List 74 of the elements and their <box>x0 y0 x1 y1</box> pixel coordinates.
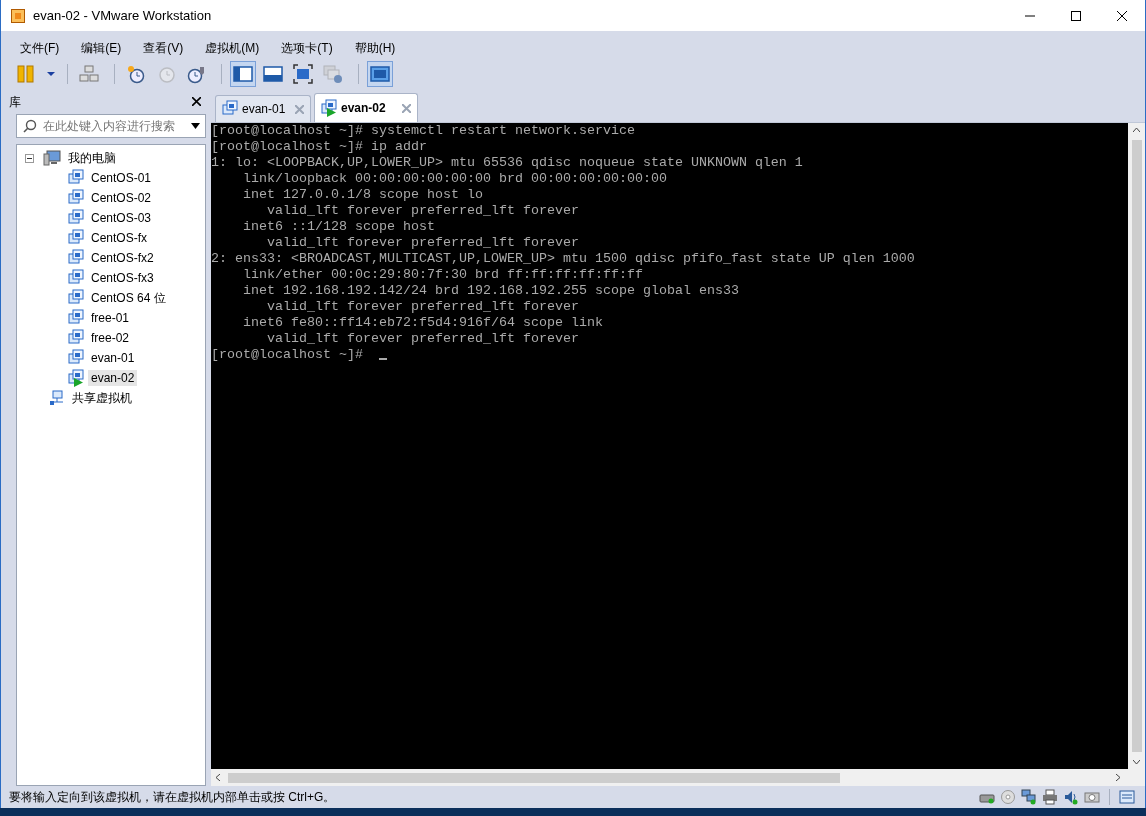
tree-item[interactable]: free-01 <box>88 310 133 326</box>
terminal-line: 1: lo: <LOOPBACK,UP,LOWER_UP> mtu 65536 qdisc noqueue state UNKNOWN qlen 1 <box>211 155 804 171</box>
scroll-down-icon[interactable] <box>1133 760 1140 764</box>
tree-item[interactable]: CentOS-fx3 <box>88 270 157 286</box>
clock-icon <box>186 64 206 84</box>
menu-item[interactable]: 编辑(E) <box>74 37 129 59</box>
close-icon <box>1117 10 1127 21</box>
terminal-line: inet 192.168.192.142/24 brd 192.168.192.255 scope global ens33 <box>242 283 740 299</box>
app-icon <box>11 8 25 23</box>
terminal-line: link/loopback 00:00:00:00:00:00 brd 00:00:00:00:00:00 <box>242 171 668 187</box>
tree-item[interactable]: CentOS-01 <box>88 170 155 186</box>
search-icon <box>23 119 37 133</box>
speaker-icon[interactable] <box>1063 789 1079 805</box>
terminal-line: valid_lft forever preferred_lft forever <box>266 203 580 219</box>
network-icon <box>79 64 99 84</box>
tree-item[interactable]: CentOS-fx2 <box>88 250 157 266</box>
computer-icon <box>43 150 61 166</box>
terminal-screen[interactable] <box>211 123 1128 769</box>
terminal-line: valid_lft forever preferred_lft forever <box>266 299 580 315</box>
console-view-icon <box>370 64 390 84</box>
terminal-line: valid_lft forever preferred_lft forever <box>266 331 580 347</box>
fullscreen-icon <box>293 64 313 84</box>
library-title: 库 <box>9 93 21 111</box>
tree-item[interactable]: evan-01 <box>88 350 138 366</box>
menu-item[interactable]: 帮助(H) <box>347 37 403 59</box>
terminal-line: inet6 fe80::ff14:eb72:f5d4:916f/64 scope link <box>242 315 604 331</box>
menu-item[interactable]: 选项卡(T) <box>274 37 340 59</box>
pause-icon <box>16 64 36 84</box>
fullscreen-button[interactable] <box>290 61 316 87</box>
search-field[interactable]: 在此处键入内容进行搜索 <box>16 114 206 138</box>
terminal-line: [root@localhost ~]# <box>211 347 1128 363</box>
dropdown-icon[interactable] <box>191 123 200 129</box>
scroll-up-icon[interactable] <box>1133 128 1140 132</box>
close-icon[interactable] <box>192 97 202 107</box>
printer-icon[interactable] <box>1042 789 1058 805</box>
status-text: 要将输入定向到该虚拟机，请在虚拟机内部单击或按 Ctrl+G。 <box>9 788 337 806</box>
tab[interactable]: evan-02 <box>314 93 418 122</box>
tab[interactable]: evan-01 <box>215 95 311 122</box>
tree-item[interactable]: free-02 <box>88 330 133 346</box>
clock-icon <box>126 64 146 84</box>
terminal-line: inet 127.0.0.1/8 scope host lo <box>242 187 484 203</box>
terminal-line: link/ether 00:0c:29:80:7f:30 brd ff:ff:ff:ff:ff:ff <box>242 267 644 283</box>
terminal-line: [root@localhost ~]# ip addr <box>211 139 428 155</box>
maximize-icon <box>1071 10 1081 21</box>
window-title: evan-02 - VMware Workstation <box>33 8 213 23</box>
tree-item[interactable]: CentOS-02 <box>88 190 155 206</box>
shared-vms-icon <box>49 390 65 406</box>
camera-icon[interactable] <box>1084 789 1100 805</box>
tree-item[interactable]: CentOS-fx <box>88 230 150 246</box>
clock-icon <box>156 64 176 84</box>
menu-item[interactable]: 文件(F) <box>13 37 67 59</box>
collapse-toggle[interactable] <box>25 153 34 163</box>
thumbnail-bar-icon <box>263 64 283 84</box>
caret-icon <box>47 72 55 76</box>
terminal-line: [root@localhost ~]# systemctl restart network.service <box>211 123 636 139</box>
windows-icon <box>323 64 343 84</box>
terminal-line: 2: ens33: <BROADCAST,MULTICAST,UP,LOWER_UP> mtu 1500 qdisc pfifo_fast state UP qlen 1000 <box>211 251 916 267</box>
network-adapter-icon[interactable] <box>1021 789 1037 805</box>
terminal-line: inet6 ::1/128 scope host <box>242 219 436 235</box>
scroll-right-icon[interactable] <box>1116 774 1120 781</box>
vertical-scrollbar[interactable] <box>1128 123 1145 769</box>
sidebar-icon <box>233 64 253 84</box>
horizontal-scrollbar[interactable] <box>211 769 1145 786</box>
tree-item[interactable]: 共享虚拟机 <box>69 388 135 408</box>
terminal-line: valid_lft forever preferred_lft forever <box>266 235 580 251</box>
menu-item[interactable]: 虚拟机(M) <box>198 37 267 59</box>
sidebar-button[interactable] <box>230 61 256 87</box>
tree-item[interactable]: evan-02 <box>88 370 138 386</box>
menu-item[interactable]: 查看(V) <box>136 37 191 59</box>
scroll-left-icon[interactable] <box>216 774 220 781</box>
console-view-button[interactable] <box>367 61 393 87</box>
tree-item[interactable]: CentOS 64 位 <box>88 288 169 308</box>
tree-item[interactable]: CentOS-03 <box>88 210 155 226</box>
tree-item[interactable]: 我的电脑 <box>65 148 119 168</box>
